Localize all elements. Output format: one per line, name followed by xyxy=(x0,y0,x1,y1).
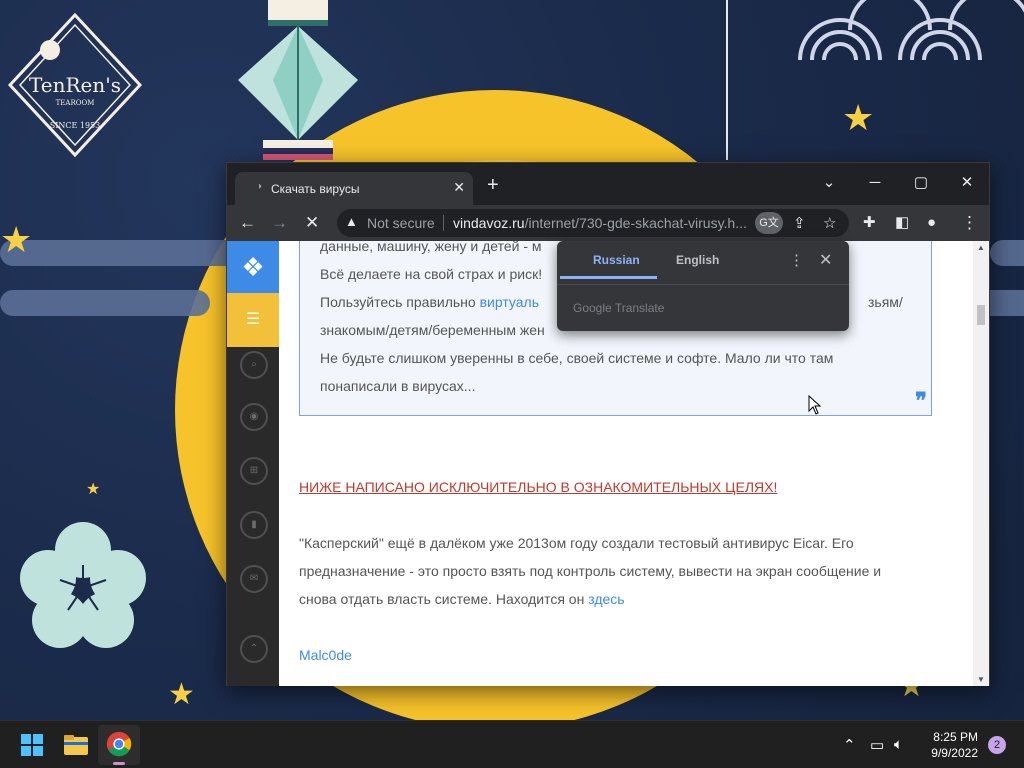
page-scrollbar[interactable]: ▲ ▼ xyxy=(973,241,989,686)
quote-line: данные, машину, жену и детей - м xyxy=(320,241,542,254)
paragraph-line: предназначение - это просто взять под ко… xyxy=(299,563,882,579)
wallpaper-string xyxy=(726,0,728,160)
scroll-up-arrow-icon[interactable]: ▲ xyxy=(977,243,985,252)
logo-name: TenRen's xyxy=(29,73,121,97)
translate-icon[interactable]: G文 xyxy=(755,212,783,234)
paragraph-line: снова отдать власть системе. Находится о… xyxy=(299,591,625,607)
stop-loading-button[interactable]: ✕ xyxy=(305,213,319,233)
tab-close-button[interactable]: ✕ xyxy=(453,179,465,196)
logo-subtitle: TEAROOM xyxy=(56,99,95,107)
tab-search-button[interactable]: ⌄ xyxy=(807,169,851,197)
disclaimer-link[interactable]: НИЖЕ НАПИСАНО ИСКЛЮЧИТЕЛЬНО В ОЗНАКОМИТЕ… xyxy=(299,479,777,495)
translate-options-icon[interactable]: ⋮ xyxy=(789,251,804,269)
clock-time: 8:25 PM xyxy=(933,730,978,744)
side-panel-icon[interactable]: ◧ xyxy=(895,213,909,233)
notification-badge[interactable]: 2 xyxy=(988,736,1006,754)
tenrens-logo: TenRen's TEAROOM SINCE 1953 xyxy=(7,12,143,158)
scroll-up-icon[interactable]: ⌃ xyxy=(240,635,268,663)
address-bar[interactable]: ▲ Not secure vindavoz.ru/internet/730-gd… xyxy=(337,209,849,237)
wallpaper-cloud xyxy=(0,290,210,316)
network-icon[interactable]: ▭ xyxy=(870,736,884,754)
target-language-tab[interactable]: English xyxy=(676,253,719,267)
forward-button[interactable]: → xyxy=(271,213,288,233)
url-path: /internet/730-gde-skachat-virusy.h... xyxy=(524,215,747,231)
malc0de-link[interactable]: Malc0de xyxy=(299,647,352,663)
browser-window: ◗ Скачать вирусы ✕ + ⌄ ─ ▢ ✕ ← → ✕ ▲ Not… xyxy=(226,162,990,686)
loading-icon: ◗ xyxy=(257,181,264,192)
scrollbar-thumb[interactable] xyxy=(977,305,985,325)
back-button[interactable]: ← xyxy=(239,213,256,233)
star-icon: ★ xyxy=(0,219,33,260)
quote-mark-icon: ❞ xyxy=(915,388,927,414)
chrome-taskbar-button[interactable] xyxy=(98,725,140,765)
quote-line: Не будьте слишком уверенны в себе, своей… xyxy=(320,350,834,366)
active-tab-indicator xyxy=(560,276,657,279)
security-label[interactable]: Not secure xyxy=(367,215,435,231)
chrome-icon xyxy=(106,731,132,757)
quote-line: Всё делаете на свой страх и риск! xyxy=(320,266,543,282)
lantern-illustration xyxy=(238,0,358,160)
profile-icon[interactable]: ● xyxy=(927,213,936,233)
translate-popup: Russian English ⋮ ✕ Google Translate xyxy=(557,241,849,331)
url-text[interactable]: vindavoz.ru/internet/730-gde-skachat-vir… xyxy=(453,215,753,231)
rss-icon[interactable]: ◉ xyxy=(240,403,268,431)
quote-line: понаписали в вирусах... xyxy=(320,378,476,394)
address-separator xyxy=(443,215,444,231)
quote-line-tail: зьям/ xyxy=(868,294,903,310)
star-icon: ★ xyxy=(168,678,195,711)
menu-icon[interactable]: ⋮ xyxy=(961,213,978,233)
browser-tab[interactable]: ◗ Скачать вирусы ✕ xyxy=(235,172,473,205)
mouse-cursor-icon xyxy=(808,395,822,415)
active-app-indicator xyxy=(113,762,125,765)
translate-close-button[interactable]: ✕ xyxy=(819,250,832,270)
disclaimer-line: НИЖЕ НАПИСАНО ИСКЛЮЧИТЕЛЬНО В ОЗНАКОМИТЕ… xyxy=(299,479,777,495)
sitemap-icon[interactable]: ⊞ xyxy=(240,457,268,485)
search-icon[interactable]: ⌕ xyxy=(240,351,268,379)
star-icon: ★ xyxy=(86,481,101,498)
eicar-link[interactable]: здесь xyxy=(588,591,624,607)
wallpaper-cloud xyxy=(0,240,250,266)
new-tab-button[interactable]: + xyxy=(487,174,499,197)
url-domain: vindavoz.ru xyxy=(453,215,525,231)
warning-icon[interactable]: ▲ xyxy=(345,214,358,229)
wallpaper-wave-pattern xyxy=(798,0,1024,61)
paragraph-line-text: снова отдать власть системе. Находится о… xyxy=(299,591,585,607)
bookmark-icon[interactable]: ▮ xyxy=(240,511,268,539)
quote-line: знакомым/детям/беременным жен xyxy=(320,322,545,338)
system-clock[interactable]: 8:25 PM 9/9/2022 xyxy=(931,729,978,761)
wallpaper-cloud xyxy=(990,240,1024,266)
start-menu-icon[interactable] xyxy=(16,729,48,761)
star-icon: ★ xyxy=(842,97,875,138)
quote-line-text: Пользуйтесь правильно xyxy=(320,294,476,310)
quote-line: Пользуйтесь правильно виртуаль xyxy=(320,294,539,310)
extensions-icon[interactable]: ✚ xyxy=(863,213,876,233)
virtual-machine-link[interactable]: виртуаль xyxy=(480,294,539,310)
popup-divider xyxy=(557,284,849,285)
close-window-button[interactable]: ✕ xyxy=(945,169,989,197)
flower-illustration xyxy=(20,522,146,648)
mail-icon[interactable]: ✉ xyxy=(240,565,268,593)
site-logo-icon[interactable]: ❖ xyxy=(227,241,279,293)
source-language-tab[interactable]: Russian xyxy=(593,253,640,267)
maximize-button[interactable]: ▢ xyxy=(899,169,943,197)
file-explorer-icon[interactable] xyxy=(60,729,92,761)
google-translate-branding: Google Translate xyxy=(573,301,665,315)
paragraph-line: "Касперский" ещё в далёком уже 2013ом го… xyxy=(299,535,854,551)
browser-toolbar: ← → ✕ ▲ Not secure vindavoz.ru/internet/… xyxy=(227,205,989,241)
bookmark-star-icon[interactable]: ☆ xyxy=(823,214,836,232)
tab-strip: ◗ Скачать вирусы ✕ + ⌄ ─ ▢ ✕ xyxy=(227,163,989,205)
clock-date: 9/9/2022 xyxy=(931,746,978,760)
site-sidebar: ❖ ☰ ⌕ ◉ ⊞ ▮ ✉ ⌃ xyxy=(227,241,279,686)
minimize-button[interactable]: ─ xyxy=(853,169,897,197)
share-icon[interactable]: ⇪ xyxy=(793,214,806,232)
volume-icon[interactable]: 🔈︎ xyxy=(894,736,903,753)
scroll-down-arrow-icon[interactable]: ▼ xyxy=(977,675,985,684)
menu-list-icon[interactable]: ☰ xyxy=(227,293,279,347)
section-line: Malc0de xyxy=(299,647,352,663)
logo-since: SINCE 1953 xyxy=(50,121,101,130)
tab-title: Скачать вирусы xyxy=(271,182,360,196)
taskbar: ⌃ ▭ 🔈︎ 8:25 PM 9/9/2022 2 xyxy=(0,720,1024,768)
show-hidden-icons-icon[interactable]: ⌃ xyxy=(843,736,856,754)
